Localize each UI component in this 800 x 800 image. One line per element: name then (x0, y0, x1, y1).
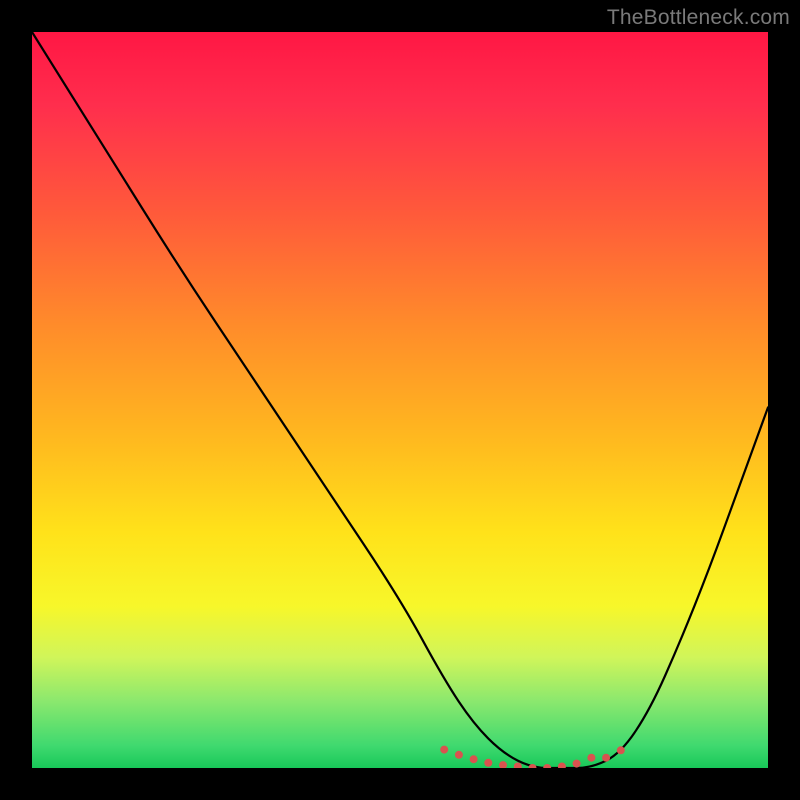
plateau-dot (455, 751, 463, 759)
watermark: TheBottleneck.com (607, 6, 790, 30)
plateau-dot (440, 746, 448, 754)
plot-area (32, 32, 768, 768)
plateau-dot (543, 764, 551, 768)
chart-frame: TheBottleneck.com (0, 0, 800, 800)
plateau-dot (484, 759, 492, 767)
plateau-dot (617, 746, 625, 754)
plateau-dot (470, 755, 478, 763)
plateau-dot (499, 761, 507, 768)
plateau-dot (587, 754, 595, 762)
chart-svg (32, 32, 768, 768)
plateau-dot (573, 760, 581, 768)
curve-line (32, 32, 768, 768)
plateau-dot (602, 754, 610, 762)
plateau-dot (514, 763, 522, 769)
plateau-dot (558, 763, 566, 769)
